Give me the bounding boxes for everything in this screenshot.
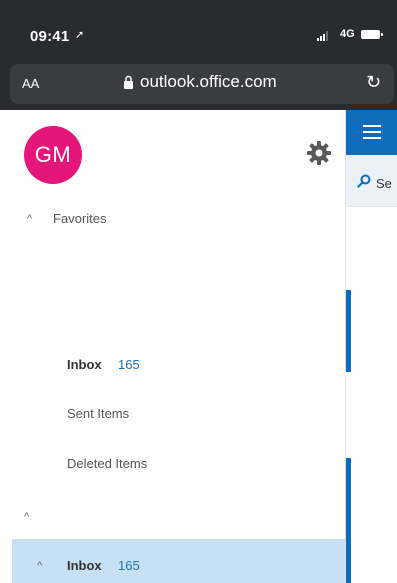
- favorite-sent-items[interactable]: Sent Items: [67, 406, 129, 421]
- selected-folder-row[interactable]: [12, 539, 346, 583]
- text-size-button[interactable]: AA: [22, 76, 39, 91]
- favorite-inbox-count: 165: [118, 357, 140, 372]
- collapse-favorites-icon[interactable]: ^: [27, 213, 32, 225]
- hamburger-menu-icon[interactable]: [363, 125, 381, 139]
- favorites-header[interactable]: Favorites: [53, 211, 106, 226]
- favorite-inbox[interactable]: Inbox: [67, 357, 102, 372]
- url-text[interactable]: outlook.office.com: [140, 72, 277, 92]
- collapse-account-icon[interactable]: ^: [24, 511, 29, 523]
- search-icon: [357, 174, 371, 188]
- expand-inbox-icon[interactable]: ^: [37, 560, 42, 572]
- avatar[interactable]: GM: [24, 126, 82, 184]
- reload-icon[interactable]: ↻: [366, 72, 381, 93]
- scroll-accent-lower: [346, 458, 351, 583]
- signal-icon: [317, 31, 328, 41]
- location-arrow-icon: ➚: [75, 29, 85, 41]
- account-inbox[interactable]: Inbox: [67, 558, 102, 573]
- search-placeholder[interactable]: Se: [376, 176, 392, 191]
- lock-icon: [124, 75, 133, 89]
- account-inbox-count: 165: [118, 558, 140, 573]
- scroll-accent-upper: [346, 290, 351, 372]
- battery-icon: [361, 30, 383, 39]
- text-size-label: AA: [22, 76, 40, 91]
- avatar-initials: GM: [34, 142, 72, 167]
- status-time: 09:41: [30, 28, 70, 45]
- status-bar: 09:41 ➚ 4G: [0, 0, 397, 62]
- gear-icon[interactable]: [307, 141, 331, 165]
- network-type: 4G: [340, 28, 355, 40]
- favorite-deleted-items[interactable]: Deleted Items: [67, 456, 147, 471]
